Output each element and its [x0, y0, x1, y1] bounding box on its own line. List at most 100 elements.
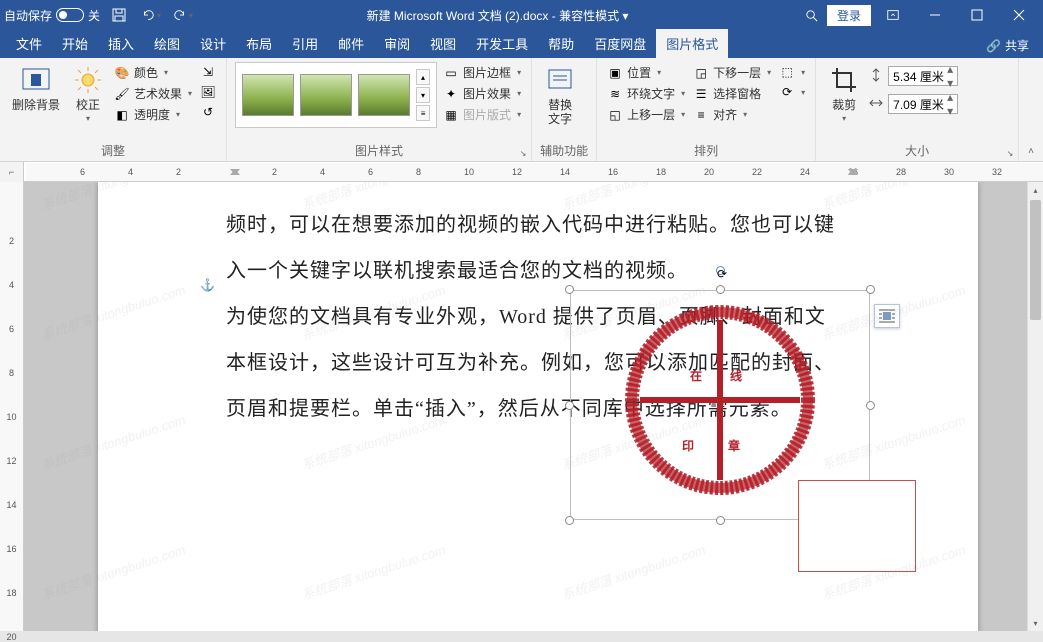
rotate-icon: ⟳ — [779, 84, 795, 100]
login-button[interactable]: 登录 — [827, 5, 871, 26]
tab-draw[interactable]: 绘图 — [144, 29, 190, 58]
svg-text:章: 章 — [728, 438, 740, 453]
svg-text:印: 印 — [682, 439, 694, 453]
anchor-icon: ⚓ — [200, 278, 215, 292]
ribbon-tabs: 文件 开始 插入 绘图 设计 布局 引用 邮件 审阅 视图 开发工具 帮助 百度… — [0, 30, 1043, 58]
tab-review[interactable]: 审阅 — [374, 29, 420, 58]
crop-icon — [828, 64, 860, 96]
color-button[interactable]: 🎨颜色 — [112, 62, 194, 83]
resize-handle-w[interactable] — [565, 401, 574, 410]
body-text: 入一个关键字以联机搜索最适合您的文档的视频。 — [226, 248, 874, 294]
document-area: 2468101214161820 频时，可以在想要添加的视频的嵌入代码中进行粘贴… — [0, 182, 1043, 631]
group-arrange: ▣位置 ≋环绕文字 ◱上移一层 ◲下移一层 ☰选择窗格 ≡对齐 ⬚ ⟳ 排列 — [597, 58, 816, 161]
width-input[interactable]: 7.09 厘米▴▾ — [868, 94, 958, 114]
tab-insert[interactable]: 插入 — [98, 29, 144, 58]
save-button[interactable] — [106, 2, 132, 28]
group-label: 大小 — [824, 140, 1010, 161]
height-icon — [868, 67, 884, 86]
vertical-ruler[interactable]: 2468101214161820 — [0, 182, 24, 631]
layout-options-button[interactable] — [874, 304, 900, 328]
ruler-corner: ⌐ — [0, 162, 24, 182]
share-button[interactable]: 🔗共享 — [978, 33, 1037, 58]
horizontal-ruler[interactable]: ⌐ 6422468101214161820222426283032 — [0, 162, 1043, 182]
tab-mail[interactable]: 邮件 — [328, 29, 374, 58]
dialog-launcher[interactable]: ↘ — [1004, 147, 1016, 159]
tab-references[interactable]: 引用 — [282, 29, 328, 58]
tab-layout[interactable]: 布局 — [236, 29, 282, 58]
tab-file[interactable]: 文件 — [6, 29, 52, 58]
rotate-handle[interactable]: ⟳ — [716, 266, 725, 275]
align-button[interactable]: ≡对齐 — [691, 104, 773, 125]
send-backward-button[interactable]: ◲下移一层 — [691, 62, 773, 83]
undo-button[interactable] — [138, 2, 164, 28]
alt-text-button[interactable]: 替换 文字 — [540, 62, 580, 128]
palette-icon: 🎨 — [114, 65, 130, 81]
toggle-off-icon — [56, 8, 84, 22]
scroll-up-button[interactable]: ▴ — [1028, 182, 1043, 198]
search-button[interactable] — [799, 2, 825, 28]
redo-button[interactable] — [170, 2, 196, 28]
selection-pane-button[interactable]: ☰选择窗格 — [691, 83, 773, 104]
scroll-thumb[interactable] — [1030, 200, 1041, 320]
tab-picture-format[interactable]: 图片格式 — [656, 29, 728, 58]
tab-help[interactable]: 帮助 — [538, 29, 584, 58]
transparency-button[interactable]: ◧透明度 — [112, 104, 194, 125]
maximize-button[interactable] — [957, 1, 997, 29]
tab-view[interactable]: 视图 — [420, 29, 466, 58]
resize-handle-nw[interactable] — [565, 285, 574, 294]
bring-forward-button[interactable]: ◱上移一层 — [605, 104, 687, 125]
ribbon: 删除背景 校正 ▾ 🎨颜色 🖌艺术效果 ◧透明度 ⇲ 🖼 ↺ 调整 — [0, 58, 1043, 162]
compress-pictures-button[interactable]: ⇲ — [198, 62, 218, 82]
reset-picture-button[interactable]: ↺ — [198, 102, 218, 122]
crop-button[interactable]: 裁剪 ▾ — [824, 62, 864, 125]
alt-text-icon — [544, 64, 576, 96]
resize-handle-s[interactable] — [716, 516, 725, 525]
group-label: 辅助功能 — [540, 140, 588, 161]
picture-style-gallery[interactable]: ▴▾≡ — [235, 62, 437, 128]
autosave-label: 自动保存 — [4, 7, 52, 24]
artistic-effects-button[interactable]: 🖌艺术效果 — [112, 83, 194, 104]
page[interactable]: 频时，可以在想要添加的视频的嵌入代码中进行粘贴。您也可以键 入一个关键字以联机搜… — [98, 182, 978, 631]
autosave-toggle[interactable]: 自动保存 关 — [4, 7, 100, 24]
close-button[interactable] — [999, 1, 1039, 29]
collapse-ribbon-button[interactable]: ˄ — [1028, 146, 1034, 157]
vertical-scrollbar[interactable]: ▴ ▾ — [1027, 182, 1043, 631]
style-thumb[interactable] — [300, 74, 352, 116]
resize-handle-ne[interactable] — [866, 285, 875, 294]
style-thumb[interactable] — [242, 74, 294, 116]
remove-bg-icon — [20, 64, 52, 96]
width-icon — [868, 95, 884, 114]
gallery-scroll[interactable]: ▴▾≡ — [416, 69, 430, 121]
resize-handle-n[interactable] — [716, 285, 725, 294]
corrections-button[interactable]: 校正 ▾ — [68, 62, 108, 125]
tab-home[interactable]: 开始 — [52, 29, 98, 58]
height-input[interactable]: 5.34 厘米▴▾ — [868, 66, 958, 86]
scroll-down-button[interactable]: ▾ — [1028, 615, 1043, 631]
resize-handle-sw[interactable] — [565, 516, 574, 525]
group-button[interactable]: ⬚ — [777, 62, 807, 82]
minimize-button[interactable] — [915, 1, 955, 29]
tab-dev[interactable]: 开发工具 — [466, 29, 538, 58]
red-outline-shape[interactable] — [798, 480, 916, 572]
change-pic-icon: 🖼 — [200, 84, 216, 100]
position-button[interactable]: ▣位置 — [605, 62, 687, 83]
style-thumb[interactable] — [358, 74, 410, 116]
change-picture-button[interactable]: 🖼 — [198, 82, 218, 102]
tab-design[interactable]: 设计 — [190, 29, 236, 58]
send-back-icon: ◲ — [693, 65, 709, 81]
rotate-button[interactable]: ⟳ — [777, 82, 807, 102]
group-adjust: 删除背景 校正 ▾ 🎨颜色 🖌艺术效果 ◧透明度 ⇲ 🖼 ↺ 调整 — [0, 58, 227, 161]
picture-effects-button[interactable]: ✦图片效果 — [441, 83, 523, 104]
window-title: 新建 Microsoft Word 文档 (2).docx - 兼容性模式 ▾ — [196, 7, 799, 24]
wrap-text-button[interactable]: ≋环绕文字 — [605, 83, 687, 104]
remove-background-button[interactable]: 删除背景 — [8, 62, 64, 114]
dialog-launcher[interactable]: ↘ — [517, 147, 529, 159]
ribbon-options-button[interactable] — [873, 1, 913, 29]
resize-handle-e[interactable] — [866, 401, 875, 410]
effects-icon: ✦ — [443, 86, 459, 102]
tab-baidu[interactable]: 百度网盘 — [584, 29, 656, 58]
autosave-state: 关 — [88, 7, 100, 24]
picture-border-button[interactable]: ▭图片边框 — [441, 62, 523, 83]
group-size: 裁剪 ▾ 5.34 厘米▴▾ 7.09 厘米▴▾ 大小 ↘ — [816, 58, 1019, 161]
piclayout-icon: ▦ — [443, 107, 459, 123]
